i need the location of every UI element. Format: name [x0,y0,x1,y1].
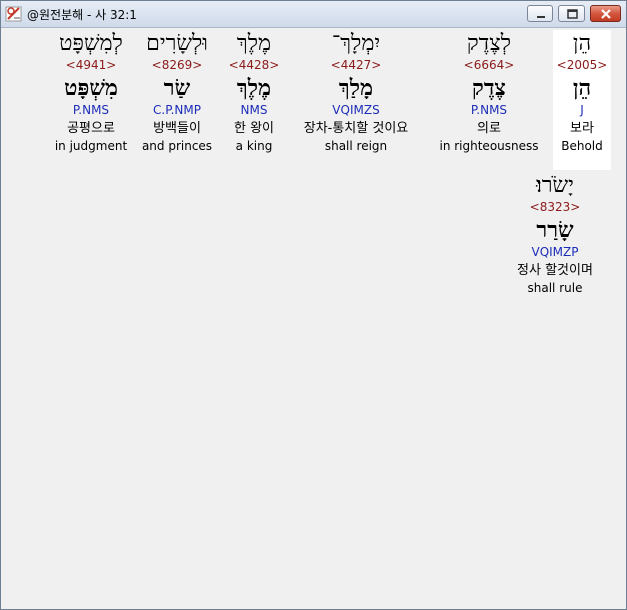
app-icon [5,5,23,23]
strong-number[interactable]: <4941> [53,58,129,75]
english-gloss: and princes [141,139,213,153]
lemma-word: מִשְׁפָּט [64,75,118,101]
english-gloss: in righteousness [439,139,539,153]
korean-gloss: 정사 할것이며 [517,263,593,278]
parse-code: VQIMZP [531,245,579,259]
lemma-word: מֶלֶךְ [236,75,272,101]
strong-number[interactable]: <8269> [139,58,215,75]
lemma-word: צֶדֶק [472,75,506,101]
strong-number[interactable]: <4428> [225,58,283,75]
title-bar[interactable]: @원전분해 - 사 32:1 [1,1,626,28]
strong-number[interactable]: <8323> [505,200,605,217]
hebrew-word: יִמְלָךְ־ [331,31,381,56]
strong-number[interactable]: <2005> [553,58,611,75]
word-column[interactable]: יָשֹׂרוּ׃ <8323> שָׂרַר VQIMZP 정사 할것이며 s… [505,172,605,312]
korean-gloss: 방백들이 [153,121,201,136]
lemma-word: מָלַךְ [338,75,374,101]
lemma-word: שַׂר [163,75,191,101]
maximize-button[interactable] [558,5,585,22]
english-gloss: in judgment [54,139,128,153]
app-window: @원전분해 - 사 32:1 הֵן <2005> הֵן J 보라 Behol… [0,0,627,610]
parse-code: VQIMZS [332,103,380,117]
korean-gloss: 보라 [570,121,594,136]
close-icon [601,9,611,19]
hebrew-word: לְצֶדֶק [466,31,512,56]
window-title: @원전분해 - 사 32:1 [27,8,137,22]
word-column[interactable]: מֶלֶךְ <4428> מֶלֶךְ NMS 한 왕이 a king [225,30,283,170]
hebrew-word: מֶלֶךְ [236,31,272,56]
english-gloss: a king [235,139,273,153]
hebrew-word: הֵן [572,31,592,56]
lemma-word: שָׂרַר [536,217,574,243]
korean-gloss: 공평으로 [67,121,115,136]
word-column[interactable]: יִמְלָךְ־ <4427> מָלַךְ VQIMZS 장차-통치할 것이… [291,30,421,170]
korean-gloss: 의로 [477,121,501,136]
strong-number[interactable]: <4427> [291,58,421,75]
parse-code: P.NMS [72,103,110,117]
word-column[interactable]: לְמִשְׁפָּט <4941> מִשְׁפָּט P.NMS 공평으로 … [53,30,129,170]
close-button[interactable] [590,5,621,22]
english-gloss: shall rule [527,281,583,295]
lemma-word: הֵן [572,75,592,101]
hebrew-word: לְמִשְׁפָּט [59,31,123,56]
parse-code: P.NMS [470,103,508,117]
english-gloss: Behold [561,139,603,153]
word-column[interactable]: וּלְשָׂרִים <8269> שַׂר C.P.NMP 방백들이 and… [139,30,215,170]
minimize-button[interactable] [527,5,553,22]
interlinear-view: הֵן <2005> הֵן J 보라 Behold לְצֶדֶק <6664… [5,30,613,606]
korean-gloss: 장차-통치할 것이요 [303,121,409,136]
hebrew-word: וּלְשָׂרִים [146,31,208,56]
word-column[interactable]: לְצֶדֶק <6664> צֶדֶק P.NMS 의로 in righteo… [439,30,539,170]
korean-gloss: 한 왕이 [233,121,274,136]
parse-code: J [580,103,584,117]
english-gloss: shall reign [324,139,388,153]
parse-code: NMS [240,103,268,117]
strong-number[interactable]: <6664> [439,58,539,75]
hebrew-word: יָשֹׂרוּ׃ [536,173,574,198]
word-column[interactable]: הֵן <2005> הֵן J 보라 Behold [553,30,611,170]
parse-code: C.P.NMP [153,103,201,117]
